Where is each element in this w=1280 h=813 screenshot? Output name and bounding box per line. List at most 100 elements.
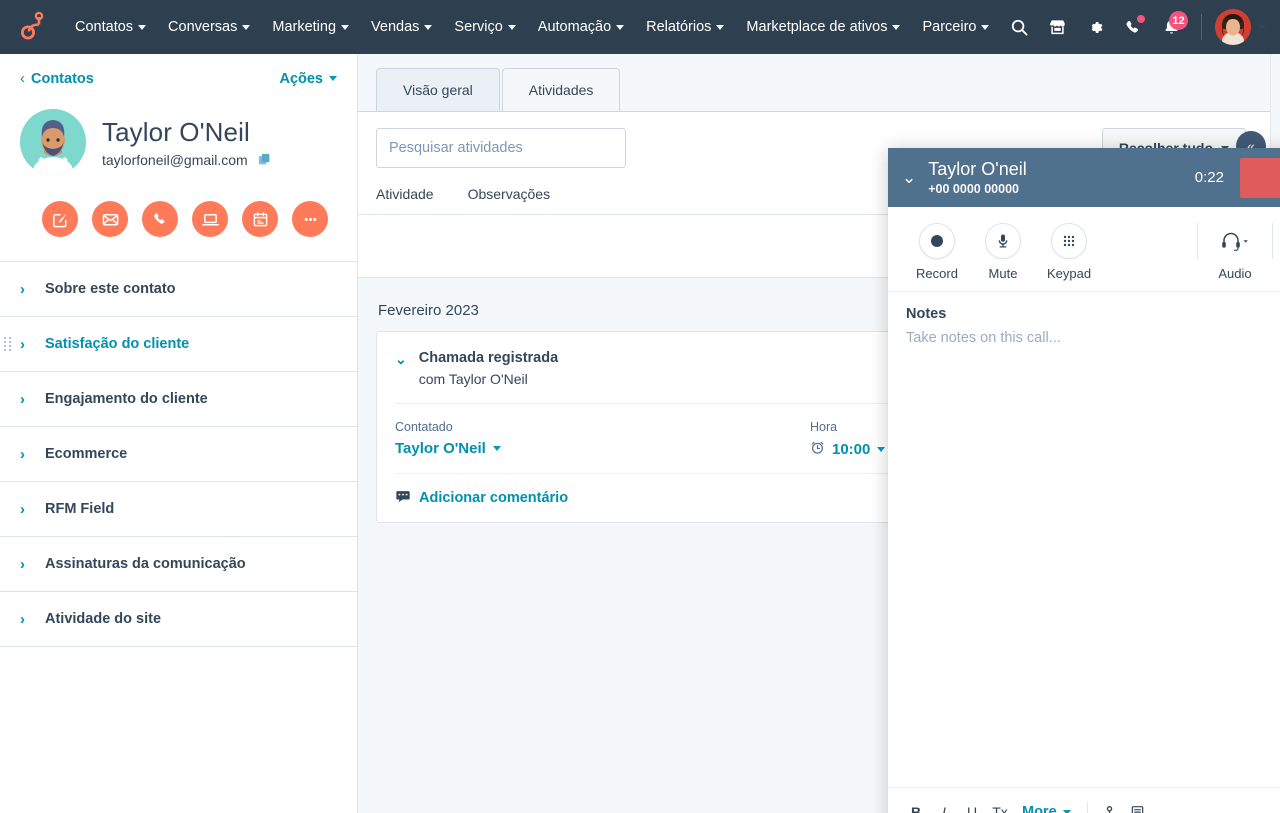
call-contact-name: Taylor O'neil — [928, 159, 1195, 180]
chevron-right-icon: › — [20, 502, 25, 517]
chevron-down-icon[interactable]: ⌄ — [395, 350, 407, 387]
comment-icon — [395, 488, 411, 508]
chevron-down-icon[interactable]: ⌄ — [902, 169, 916, 186]
tab-visao-geral[interactable]: Visão geral — [376, 68, 500, 111]
contact-name: Taylor O'Neil — [102, 117, 272, 148]
keypad-icon — [1051, 223, 1087, 259]
call-widget: ⌄ Taylor O'neil +00 0000 00000 0:22 — [888, 148, 1280, 813]
mute-label: Mute — [989, 266, 1018, 281]
nav-item-relatorios[interactable]: Relatórios — [635, 13, 735, 41]
underline-label: U — [967, 804, 977, 813]
user-menu[interactable] — [1215, 9, 1266, 45]
contact-sidebar: ‹ Contatos Ações — [0, 54, 358, 813]
sidebar-item-label: Sobre este contato — [45, 281, 176, 297]
chevron-down-icon — [242, 25, 250, 30]
chevron-down-icon — [716, 25, 724, 30]
italic-button[interactable]: I — [930, 798, 958, 813]
sidebar-item-label: Engajamento do cliente — [45, 391, 208, 407]
sidebar-item-label: Assinaturas da comunicação — [45, 556, 246, 572]
nav-item-vendas[interactable]: Vendas — [360, 13, 443, 41]
notes-input[interactable]: Take notes on this call... — [888, 322, 1280, 787]
sidebar-item-satisfacao-do-cliente[interactable]: › Satisfação do cliente — [0, 317, 357, 372]
clear-formatting-button[interactable]: Tx — [986, 798, 1014, 813]
search-icon[interactable] — [1002, 10, 1036, 44]
contact-avatar — [20, 109, 86, 175]
keypad-control[interactable]: Keypad — [1036, 223, 1102, 281]
tab-atividades[interactable]: Atividades — [502, 68, 621, 111]
nav-label: Marketing — [272, 19, 336, 35]
chevron-down-icon — [138, 25, 146, 30]
marketplace-icon[interactable] — [1040, 10, 1074, 44]
clock-icon — [810, 440, 825, 459]
controls-divider — [1197, 223, 1198, 259]
breadcrumb-contatos[interactable]: ‹ Contatos — [20, 70, 94, 87]
underline-button[interactable]: U — [958, 798, 986, 813]
attachment-button[interactable] — [1096, 798, 1124, 813]
breadcrumb-row: ‹ Contatos Ações — [20, 70, 337, 87]
sidebar-item-ecommerce[interactable]: › Ecommerce — [0, 427, 357, 482]
call-contact-info: Taylor O'neil +00 0000 00000 — [928, 159, 1195, 196]
template-button[interactable] — [1124, 798, 1152, 813]
chevron-down-icon — [1063, 810, 1071, 813]
chevron-down-icon — [892, 25, 900, 30]
add-comment-label: Adicionar comentário — [419, 490, 568, 506]
more-button[interactable] — [292, 201, 328, 237]
add-comment-link[interactable]: Adicionar comentário — [395, 488, 568, 508]
contact-email: taylorfoneil@gmail.com — [102, 152, 248, 168]
subtab-label: Atividade — [376, 186, 434, 202]
sidebar-item-rfm-field[interactable]: › RFM Field — [0, 482, 357, 537]
chevron-down-icon — [508, 25, 516, 30]
copy-icon[interactable] — [258, 153, 272, 167]
meeting-button[interactable] — [192, 201, 228, 237]
hubspot-logo[interactable] — [16, 10, 50, 44]
notifications-count-badge: 12 — [1169, 11, 1188, 30]
nav-item-conversas[interactable]: Conversas — [157, 13, 261, 41]
nav-label: Relatórios — [646, 19, 711, 35]
note-button[interactable] — [42, 201, 78, 237]
audio-control[interactable]: Audio — [1202, 223, 1268, 281]
drag-handle-icon[interactable] — [4, 337, 12, 351]
record-control[interactable]: Record — [904, 223, 970, 281]
call-controls: Record Mute — [888, 207, 1280, 292]
email-button[interactable] — [92, 201, 128, 237]
mute-control[interactable]: Mute — [970, 223, 1036, 281]
audio-label: Audio — [1218, 266, 1251, 281]
field-value: Taylor O'Neil — [395, 440, 486, 457]
sidebar-item-assinaturas-da-comunicacao[interactable]: › Assinaturas da comunicação — [0, 537, 357, 592]
more-label: More — [1022, 804, 1057, 813]
record-label: Record — [916, 266, 958, 281]
breadcrumb-label: Contatos — [31, 71, 94, 87]
actions-dropdown[interactable]: Ações — [279, 71, 337, 87]
call-timer: 0:22 — [1195, 169, 1224, 186]
call-button[interactable] — [142, 201, 178, 237]
notifications-bell-icon[interactable]: 12 — [1154, 10, 1188, 44]
sidebar-item-atividade-do-site[interactable]: › Atividade do site — [0, 592, 357, 647]
nav-label: Vendas — [371, 19, 419, 35]
subtab-label: Observações — [468, 186, 550, 202]
quick-action-buttons — [42, 201, 337, 237]
gear-icon[interactable] — [1078, 10, 1112, 44]
bold-button[interactable]: B — [902, 798, 930, 813]
chevron-right-icon: › — [20, 337, 25, 352]
chevron-down-icon — [341, 25, 349, 30]
search-input[interactable] — [376, 128, 626, 168]
calling-phone-icon[interactable] — [1116, 10, 1150, 44]
chevron-down-icon — [1258, 25, 1266, 30]
subtab-observacoes[interactable]: Observações — [468, 186, 550, 214]
task-button[interactable] — [242, 201, 278, 237]
nav-item-parceiro[interactable]: Parceiro — [911, 13, 1000, 41]
field-value-dropdown[interactable]: Taylor O'Neil — [395, 440, 810, 457]
nav-item-automacao[interactable]: Automação — [527, 13, 635, 41]
main-menu: Contatos Conversas Marketing Vendas Serv… — [64, 13, 1002, 41]
nav-item-marketing[interactable]: Marketing — [261, 13, 360, 41]
page-body: ‹ Contatos Ações — [0, 54, 1280, 813]
hangup-button[interactable] — [1240, 158, 1280, 198]
nav-item-contatos[interactable]: Contatos — [64, 13, 157, 41]
chevron-down-icon — [493, 446, 501, 451]
nav-item-marketplace[interactable]: Marketplace de ativos — [735, 13, 911, 41]
sidebar-item-sobre-este-contato[interactable]: › Sobre este contato — [0, 262, 357, 317]
more-formatting-dropdown[interactable]: More — [1014, 804, 1079, 813]
sidebar-item-engajamento-do-cliente[interactable]: › Engajamento do cliente — [0, 372, 357, 427]
nav-item-servico[interactable]: Serviço — [443, 13, 526, 41]
subtab-atividade[interactable]: Atividade — [376, 186, 434, 214]
